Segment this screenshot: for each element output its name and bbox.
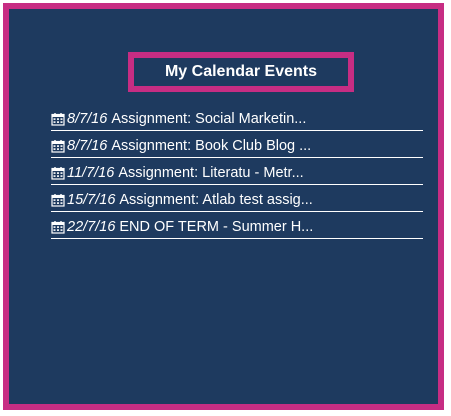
event-date: 8/7/16 [67,111,108,127]
event-title: Assignment: Atlab test assig... [119,192,313,208]
event-title: Assignment: Social Marketin... [111,111,307,127]
calendar-icon [51,220,65,234]
event-link[interactable]: 11/7/16 Assignment: Literatu - Metr... [51,162,423,185]
event-date: 11/7/16 [67,165,115,181]
event-link[interactable]: 8/7/16 Assignment: Social Marketin... [51,108,423,131]
calendar-events-widget: My Calendar Events 8/7/16 Assignment: So… [3,3,444,410]
event-date: 15/7/16 [67,192,116,208]
event-link[interactable]: 15/7/16 Assignment: Atlab test assig... [51,189,423,212]
event-list: 8/7/16 Assignment: Social Marketin... 8/… [51,108,423,243]
event-date: 22/7/16 [67,219,116,235]
event-link[interactable]: 22/7/16 END OF TERM - Summer H... [51,216,423,239]
widget-title-box: My Calendar Events [128,52,354,92]
widget-title: My Calendar Events [164,63,318,80]
event-title: Assignment: Book Club Blog ... [111,138,312,154]
calendar-icon [51,166,65,180]
calendar-icon [51,139,65,153]
event-link[interactable]: 8/7/16 Assignment: Book Club Blog ... [51,135,423,158]
event-date: 8/7/16 [67,138,108,154]
event-title: END OF TERM - Summer H... [119,219,314,235]
calendar-icon [51,112,65,126]
event-title: Assignment: Literatu - Metr... [118,165,304,181]
calendar-icon [51,193,65,207]
